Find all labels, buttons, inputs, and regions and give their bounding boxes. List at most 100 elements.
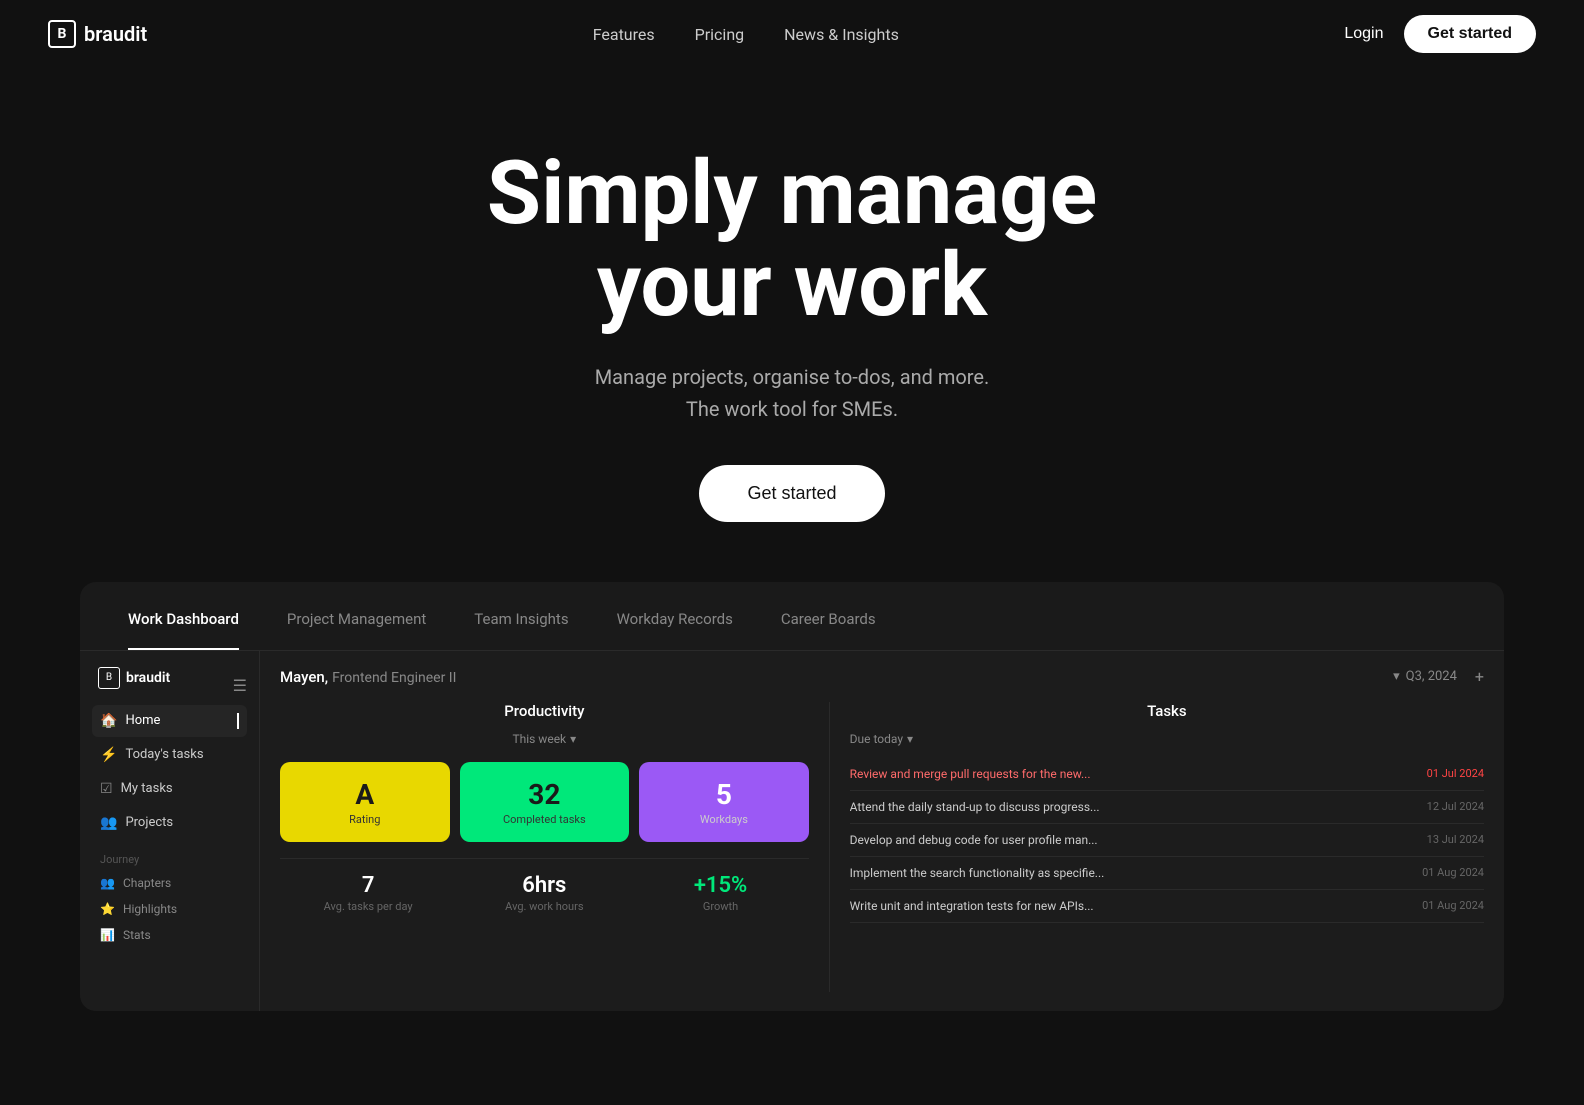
nav-pricing[interactable]: Pricing <box>695 25 745 44</box>
table-row[interactable]: Review and merge pull requests for the n… <box>850 758 1484 791</box>
growth-value: +15% <box>632 873 808 898</box>
quarter-selector[interactable]: ▾ Q3, 2024 + <box>1393 667 1484 686</box>
navbar-actions: Login Get started <box>1344 15 1536 53</box>
tasks-title: Tasks <box>850 702 1484 720</box>
completed-tasks-label: Completed tasks <box>474 813 616 826</box>
get-started-hero-button[interactable]: Get started <box>699 465 884 522</box>
journey-section-label: Journey <box>92 841 247 870</box>
user-role: Frontend Engineer II <box>332 670 456 686</box>
task-text: Attend the daily stand-up to discuss pro… <box>850 800 1419 814</box>
rating-value: A <box>294 778 436 811</box>
avg-tasks-stat: 7 Avg. tasks per day <box>280 873 456 913</box>
growth-stat: +15% Growth <box>632 873 808 913</box>
productivity-title: Productivity <box>280 702 809 720</box>
sidebar-logo-row: B braudit ☰ <box>92 667 247 705</box>
productivity-column: Productivity This week ▾ A Rating 32 Com… <box>280 702 830 992</box>
dashboard-header: Mayen, Frontend Engineer II ▾ Q3, 2024 + <box>280 667 1484 686</box>
table-row[interactable]: Develop and debug code for user profile … <box>850 824 1484 857</box>
navbar: B braudit Features Pricing News & Insigh… <box>0 0 1584 68</box>
task-date: 01 Aug 2024 <box>1422 866 1484 879</box>
filter-chevron: ▾ <box>907 732 913 746</box>
nav-news[interactable]: News & Insights <box>784 25 899 44</box>
task-text: Write unit and integration tests for new… <box>850 899 1414 913</box>
nav-features[interactable]: Features <box>593 25 655 44</box>
active-indicator <box>237 713 239 729</box>
nav-links: Features Pricing News & Insights <box>593 25 899 44</box>
hamburger-icon[interactable]: ☰ <box>233 676 247 695</box>
user-name: Mayen, <box>280 668 328 686</box>
avg-hours-stat: 6hrs Avg. work hours <box>456 873 632 913</box>
sidebar-home-label: Home <box>125 713 160 728</box>
tabs-bar: Work Dashboard Project Management Team I… <box>80 582 1504 651</box>
sidebar-item-my-tasks[interactable]: ☑ My tasks <box>92 773 247 805</box>
stat-cards: A Rating 32 Completed tasks 5 Workdays <box>280 762 809 842</box>
sidebar-item-projects[interactable]: 👥 Projects <box>92 807 247 839</box>
chapters-icon: 👥 <box>100 876 115 890</box>
avg-hours-value: 6hrs <box>456 873 632 898</box>
dashboard-preview: Work Dashboard Project Management Team I… <box>80 582 1504 1011</box>
table-row[interactable]: Attend the daily stand-up to discuss pro… <box>850 791 1484 824</box>
home-icon: 🏠 <box>100 713 117 729</box>
tab-workday-records[interactable]: Workday Records <box>617 610 733 650</box>
table-row[interactable]: Write unit and integration tests for new… <box>850 890 1484 923</box>
completed-tasks-card: 32 Completed tasks <box>460 762 630 842</box>
rating-card: A Rating <box>280 762 450 842</box>
tab-team-insights[interactable]: Team Insights <box>474 610 568 650</box>
period-selector[interactable]: This week ▾ <box>280 732 809 746</box>
plus-icon[interactable]: + <box>1475 667 1484 686</box>
dashboard-main: Mayen, Frontend Engineer II ▾ Q3, 2024 +… <box>260 651 1504 1011</box>
projects-icon: 👥 <box>100 815 117 831</box>
task-date: 01 Jul 2024 <box>1427 767 1484 780</box>
avg-hours-label: Avg. work hours <box>456 900 632 913</box>
avg-tasks-label: Avg. tasks per day <box>280 900 456 913</box>
hero-section: Simply manage your work Manage projects,… <box>0 68 1584 582</box>
logo[interactable]: B braudit <box>48 20 147 48</box>
get-started-nav-button[interactable]: Get started <box>1404 15 1536 53</box>
sidebar-item-home[interactable]: 🏠 Home <box>92 705 247 737</box>
sidebar-logo-icon: B <box>98 667 120 689</box>
lightning-icon: ⚡ <box>100 747 117 763</box>
tab-career-boards[interactable]: Career Boards <box>781 610 876 650</box>
tasks-column: Tasks Due today ▾ Review and merge pull … <box>850 702 1484 992</box>
tasks-filter[interactable]: Due today ▾ <box>850 732 1484 746</box>
logo-text: braudit <box>84 22 147 46</box>
task-date: 12 Jul 2024 <box>1427 800 1484 813</box>
hero-title: Simply manage your work <box>48 148 1536 333</box>
sidebar-today-label: Today's tasks <box>125 747 203 762</box>
sidebar-projects-label: Projects <box>125 815 173 830</box>
task-date: 13 Jul 2024 <box>1427 833 1484 846</box>
sidebar-item-highlights[interactable]: ⭐ Highlights <box>92 896 247 922</box>
task-text: Review and merge pull requests for the n… <box>850 767 1419 781</box>
workdays-label: Workdays <box>653 813 795 826</box>
period-chevron: ▾ <box>570 732 576 746</box>
chart-icon: 📊 <box>100 928 115 942</box>
user-info: Mayen, Frontend Engineer II <box>280 667 456 686</box>
rating-label: Rating <box>294 813 436 826</box>
sidebar-item-stats[interactable]: 📊 Stats <box>92 922 247 948</box>
sidebar-mytasks-label: My tasks <box>121 781 173 796</box>
dashboard-inner: B braudit ☰ 🏠 Home ⚡ Today's tasks ☑ My … <box>80 651 1504 1011</box>
avg-tasks-value: 7 <box>280 873 456 898</box>
tab-work-dashboard[interactable]: Work Dashboard <box>128 610 239 650</box>
growth-label: Growth <box>632 900 808 913</box>
checkbox-icon: ☑ <box>100 781 113 797</box>
sidebar-item-chapters[interactable]: 👥 Chapters <box>92 870 247 896</box>
table-row[interactable]: Implement the search functionality as sp… <box>850 857 1484 890</box>
sidebar-logo[interactable]: B braudit <box>92 667 176 689</box>
task-text: Develop and debug code for user profile … <box>850 833 1419 847</box>
sidebar-logo-text: braudit <box>126 670 170 686</box>
task-text: Implement the search functionality as sp… <box>850 866 1414 880</box>
tab-project-management[interactable]: Project Management <box>287 610 426 650</box>
dashboard-sidebar: B braudit ☰ 🏠 Home ⚡ Today's tasks ☑ My … <box>80 651 260 1011</box>
dashboard-columns: Productivity This week ▾ A Rating 32 Com… <box>280 702 1484 992</box>
completed-tasks-value: 32 <box>474 778 616 811</box>
chevron-down-icon: ▾ <box>1393 669 1400 684</box>
workdays-value: 5 <box>653 778 795 811</box>
sidebar-item-today-tasks[interactable]: ⚡ Today's tasks <box>92 739 247 771</box>
workdays-card: 5 Workdays <box>639 762 809 842</box>
login-button[interactable]: Login <box>1344 25 1383 43</box>
star-icon: ⭐ <box>100 902 115 916</box>
logo-icon: B <box>48 20 76 48</box>
hero-subtitle: Manage projects, organise to-dos, and mo… <box>48 361 1536 425</box>
task-date: 01 Aug 2024 <box>1422 899 1484 912</box>
